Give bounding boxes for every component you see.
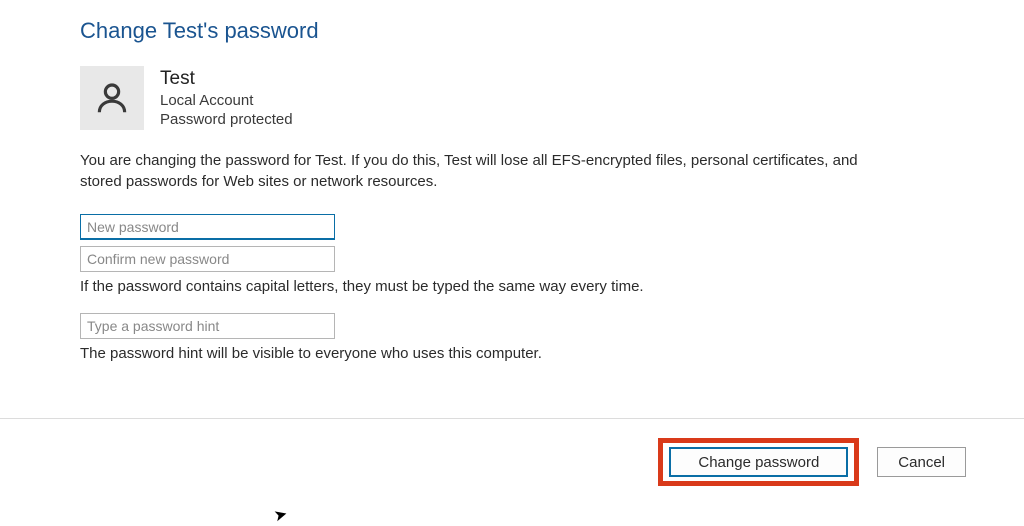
- footer-separator: [0, 418, 1024, 419]
- avatar: [80, 66, 144, 130]
- confirm-password-input[interactable]: [80, 246, 335, 272]
- cancel-button[interactable]: Cancel: [877, 447, 966, 477]
- caps-help-text: If the password contains capital letters…: [80, 278, 964, 295]
- mouse-cursor-icon: ➤: [272, 504, 290, 526]
- warning-text: You are changing the password for Test. …: [80, 150, 860, 192]
- hint-help-text: The password hint will be visible to eve…: [80, 345, 964, 362]
- password-hint-input[interactable]: [80, 313, 335, 339]
- primary-button-highlight: Change password: [658, 438, 859, 486]
- page-title: Change Test's password: [80, 18, 964, 44]
- footer-buttons: Change password Cancel: [658, 438, 966, 486]
- new-password-input[interactable]: [80, 214, 335, 240]
- account-summary: Test Local Account Password protected: [80, 66, 964, 130]
- account-status: Password protected: [160, 111, 293, 128]
- account-name: Test: [160, 68, 293, 90]
- user-icon: [93, 79, 131, 117]
- change-password-button[interactable]: Change password: [669, 447, 848, 477]
- account-type: Local Account: [160, 92, 293, 109]
